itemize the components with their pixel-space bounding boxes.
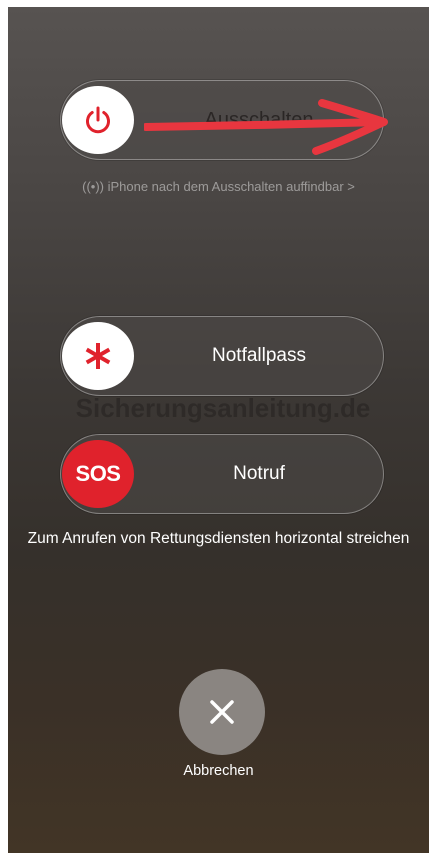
emergency-sos-label: Notruf	[233, 463, 285, 484]
sos-knob-text: SOS	[75, 461, 121, 486]
sos-hint: Zum Anrufen von Rettungsdiensten horizon…	[27, 530, 410, 547]
sos-knob[interactable]: SOS	[62, 440, 134, 508]
find-my-note[interactable]: ((•)) iPhone nach dem Ausschalten auffin…	[8, 179, 429, 194]
power-icon	[86, 106, 110, 134]
medical-id-slider[interactable]: Notfallpass	[60, 316, 384, 396]
asterisk-icon	[85, 343, 111, 369]
close-icon	[210, 700, 234, 724]
power-off-knob[interactable]	[62, 86, 134, 154]
cancel-label: Abbrechen	[183, 763, 254, 779]
red-arrow-annotation	[144, 99, 388, 155]
cancel-button[interactable]	[179, 669, 265, 755]
medical-id-knob[interactable]	[62, 322, 134, 390]
medical-id-label: Notfallpass	[212, 345, 306, 366]
watermark: Sicherungsanleitung.de	[75, 393, 371, 423]
emergency-sos-slider[interactable]: SOS Notruf	[60, 434, 384, 514]
power-off-screen: Ausschalten ((•)) iPhone nach dem Aussch…	[8, 7, 429, 853]
